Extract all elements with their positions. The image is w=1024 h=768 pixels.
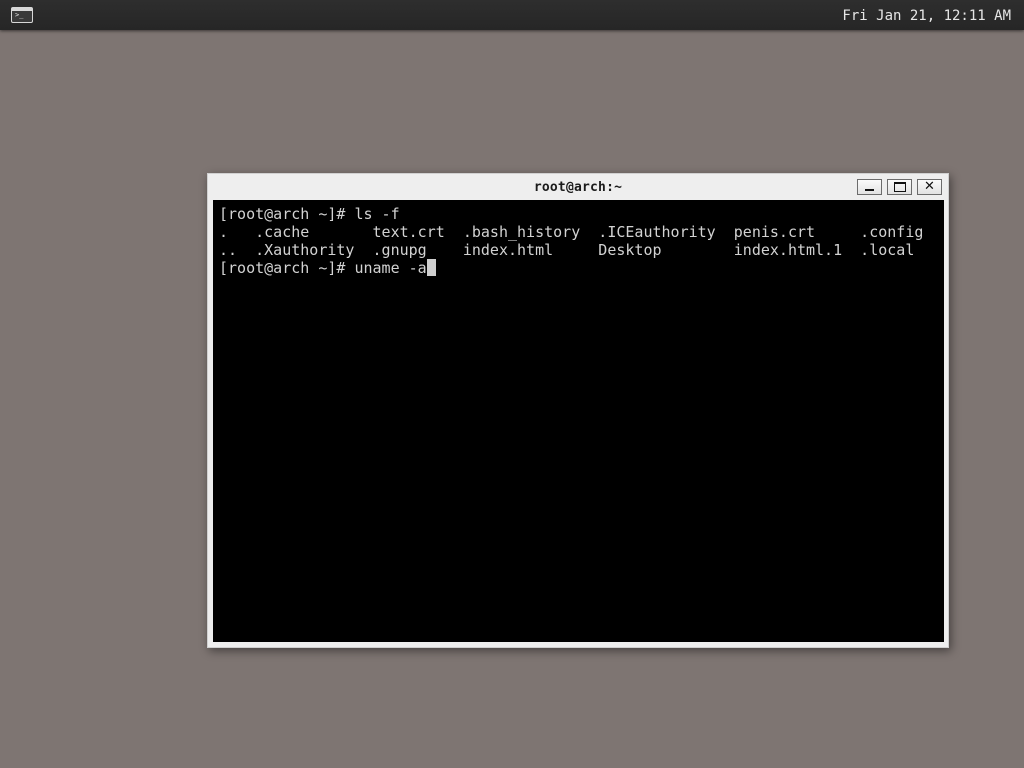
terminal-current-input[interactable]: uname -a [354,259,426,277]
window-title: root@arch:~ [533,180,623,195]
terminal-line: . .cache text.crt .bash_history .ICEauth… [219,223,924,241]
minimize-icon [865,189,874,191]
launcher-icon-prompt: >_ [15,11,24,19]
desktop: >_ Fri Jan 21, 12:11 AM root@arch:~ ✕ [r… [0,0,1024,768]
terminal-line: .. .Xauthority .gnupg index.html Desktop… [219,241,915,259]
minimize-button[interactable] [857,179,882,195]
terminal-input-line[interactable]: [root@arch ~]# uname -a [219,259,923,277]
clock[interactable]: Fri Jan 21, 12:11 AM [842,0,1011,30]
window-titlebar[interactable]: root@arch:~ ✕ [208,174,948,200]
text-cursor [426,259,436,276]
maximize-icon [894,182,906,192]
terminal-output: [root@arch ~]# ls -f. .cache text.crt .b… [219,205,923,277]
terminal-prompt: [root@arch ~]# [219,259,355,277]
terminal-icon[interactable]: >_ [11,7,33,23]
close-button[interactable]: ✕ [917,179,942,195]
close-icon: ✕ [924,179,935,194]
terminal-window[interactable]: root@arch:~ ✕ [root@arch ~]# ls -f. .cac… [207,173,949,648]
terminal-line: [root@arch ~]# ls -f [219,205,400,223]
top-panel: >_ Fri Jan 21, 12:11 AM [0,0,1024,30]
terminal-area[interactable]: [root@arch ~]# ls -f. .cache text.crt .b… [213,200,944,642]
maximize-button[interactable] [887,179,912,195]
